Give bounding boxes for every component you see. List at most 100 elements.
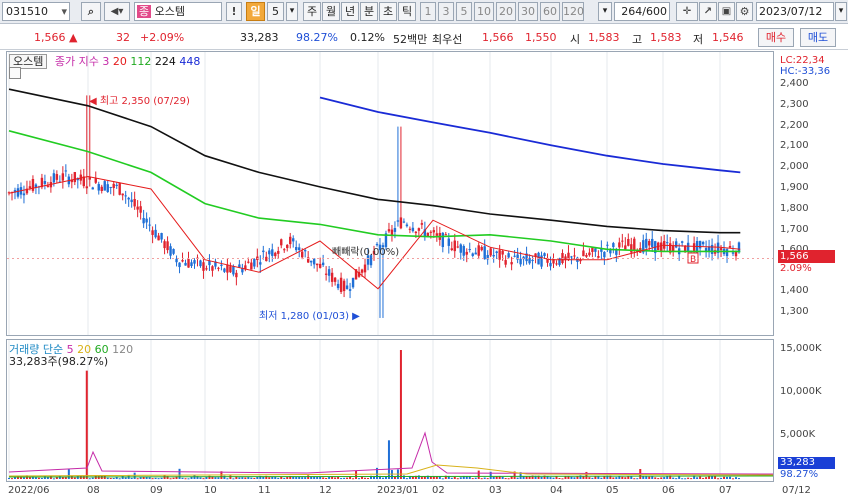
gear-icon[interactable]: ⚙ — [736, 2, 753, 21]
volume-chart[interactable] — [7, 340, 774, 481]
candle-body — [591, 247, 594, 252]
candle-body — [710, 244, 714, 255]
open-price: 1,583 — [588, 31, 620, 44]
volume-bar — [322, 477, 325, 479]
candle-body — [172, 249, 175, 254]
period-daily-button[interactable]: 일 — [246, 2, 265, 21]
volume-bar — [253, 477, 256, 479]
buy-button[interactable]: 매수 — [758, 28, 794, 47]
volume-bar — [432, 476, 435, 479]
volume-bar — [417, 475, 420, 479]
candle-body — [295, 247, 298, 251]
period-minute-button[interactable]: 분 — [360, 2, 378, 21]
interval-button[interactable]: 3 — [438, 2, 454, 21]
stock-name-field[interactable]: 종 오스템 — [134, 2, 222, 21]
ma-legend-label: 종가 지수 — [54, 55, 99, 68]
volume-bar — [663, 477, 666, 479]
trend-icon[interactable]: ↗ — [699, 2, 717, 21]
x-tick: 04 — [550, 485, 563, 496]
save-icon[interactable]: ▣ — [718, 2, 735, 21]
volume-bar — [73, 477, 76, 479]
volume-bar — [405, 478, 408, 480]
volume-ratio: 98.27% — [296, 31, 338, 44]
chart-toolbar: 031510 ▾ ⌕ ◀︎▾ 종 오스템 ! 일 5 ▾ 주 월 년 분 초 틱… — [0, 0, 848, 24]
crosshair-icon[interactable]: ✛ — [676, 2, 698, 21]
volume-bar — [591, 477, 594, 479]
volume-bar — [37, 477, 40, 479]
candle-body — [336, 283, 340, 289]
volume-bar — [244, 477, 247, 479]
volume-bar — [142, 477, 145, 479]
sound-icon[interactable]: ◀︎▾ — [104, 2, 130, 21]
range-dropdown-icon[interactable]: ▾ — [598, 2, 612, 21]
volume-bar — [226, 478, 229, 480]
candle-body — [609, 249, 612, 254]
interval-button[interactable]: 30 — [518, 2, 538, 21]
volume-bar — [172, 477, 175, 479]
volume-bar — [40, 477, 43, 479]
quote-bar: 1,566 ▲ 32 +2.09% 33,283 98.27% 0.12% 52… — [0, 25, 848, 50]
candle-body — [363, 264, 367, 273]
period-tick-button[interactable]: 틱 — [398, 2, 416, 21]
candle-body — [495, 251, 498, 253]
ma224-legend: 224 — [154, 55, 176, 68]
volume-bar — [328, 476, 331, 479]
vma120-legend: 120 — [112, 343, 134, 356]
interval-button[interactable]: 5 — [456, 2, 472, 21]
volume-bar — [295, 477, 298, 479]
volume-bar — [271, 476, 274, 479]
period-month-button[interactable]: 월 — [322, 2, 340, 21]
candle-body — [211, 266, 214, 271]
interval-button[interactable]: 10 — [474, 2, 494, 21]
candle-body — [309, 260, 313, 263]
candle-body — [220, 264, 223, 266]
current-volume-pct: 98.27% — [780, 469, 819, 480]
date-field[interactable]: 2023/07/12 — [756, 2, 834, 21]
candle-body — [489, 248, 492, 256]
interval-button[interactable]: 20 — [496, 2, 516, 21]
interval-button[interactable]: 120 — [562, 2, 584, 21]
volume-bar — [301, 477, 304, 479]
volume-bar — [358, 478, 361, 480]
period-second-button[interactable]: 초 — [379, 2, 397, 21]
candle-body — [447, 238, 450, 246]
period-value-field[interactable]: 5 — [267, 2, 284, 21]
candle-body — [283, 249, 286, 251]
interval-button[interactable]: 60 — [540, 2, 560, 21]
stock-code-input[interactable]: 031510 ▾ — [2, 2, 70, 21]
volume-bar — [474, 477, 477, 479]
grid-toggle-icon[interactable] — [9, 67, 21, 79]
price-chart-panel[interactable]: ◀ 최고 2,350 (07/29) 최저 1,280 (01/03) ▶ 빼빼락(… — [6, 51, 774, 336]
candle-body — [327, 269, 331, 276]
candle-body — [348, 289, 352, 291]
alert-icon[interactable]: ! — [226, 2, 242, 21]
volume-bar — [139, 477, 142, 479]
date-dropdown-icon[interactable]: ▾ — [835, 2, 847, 21]
period-dropdown-icon[interactable]: ▾ — [286, 2, 298, 21]
best-quote-label: 최우선 — [432, 33, 463, 46]
dropdown-icon[interactable]: ▾ — [61, 3, 67, 20]
volume-bar — [504, 478, 507, 480]
period-year-button[interactable]: 년 — [341, 2, 359, 21]
interval-button[interactable]: 1 — [420, 2, 436, 21]
candle-body — [342, 280, 346, 292]
volume-bar — [262, 476, 265, 479]
volume-bar — [720, 477, 723, 479]
sell-button[interactable]: 매도 — [800, 28, 836, 47]
volume-bar — [684, 478, 687, 480]
candle-body — [121, 193, 124, 196]
candle-body — [175, 258, 178, 263]
candle-body — [468, 249, 471, 251]
period-week-button[interactable]: 주 — [303, 2, 321, 21]
candle-count-field[interactable]: 264/600 — [614, 2, 670, 21]
volume-chart-panel[interactable] — [6, 339, 774, 482]
x-tick: 07/12 — [782, 485, 811, 496]
volume-bar — [316, 476, 319, 479]
price-chart[interactable]: ◀ 최고 2,350 (07/29) 최저 1,280 (01/03) ▶ 빼빼락(… — [7, 52, 773, 335]
search-icon[interactable]: ⌕ — [81, 2, 101, 21]
volume-bar — [229, 475, 232, 479]
candle-body — [612, 243, 615, 248]
candle-body — [459, 244, 462, 253]
price-tick: 2,200 — [780, 120, 809, 131]
current-pct-tag: 2.09% — [780, 263, 812, 274]
